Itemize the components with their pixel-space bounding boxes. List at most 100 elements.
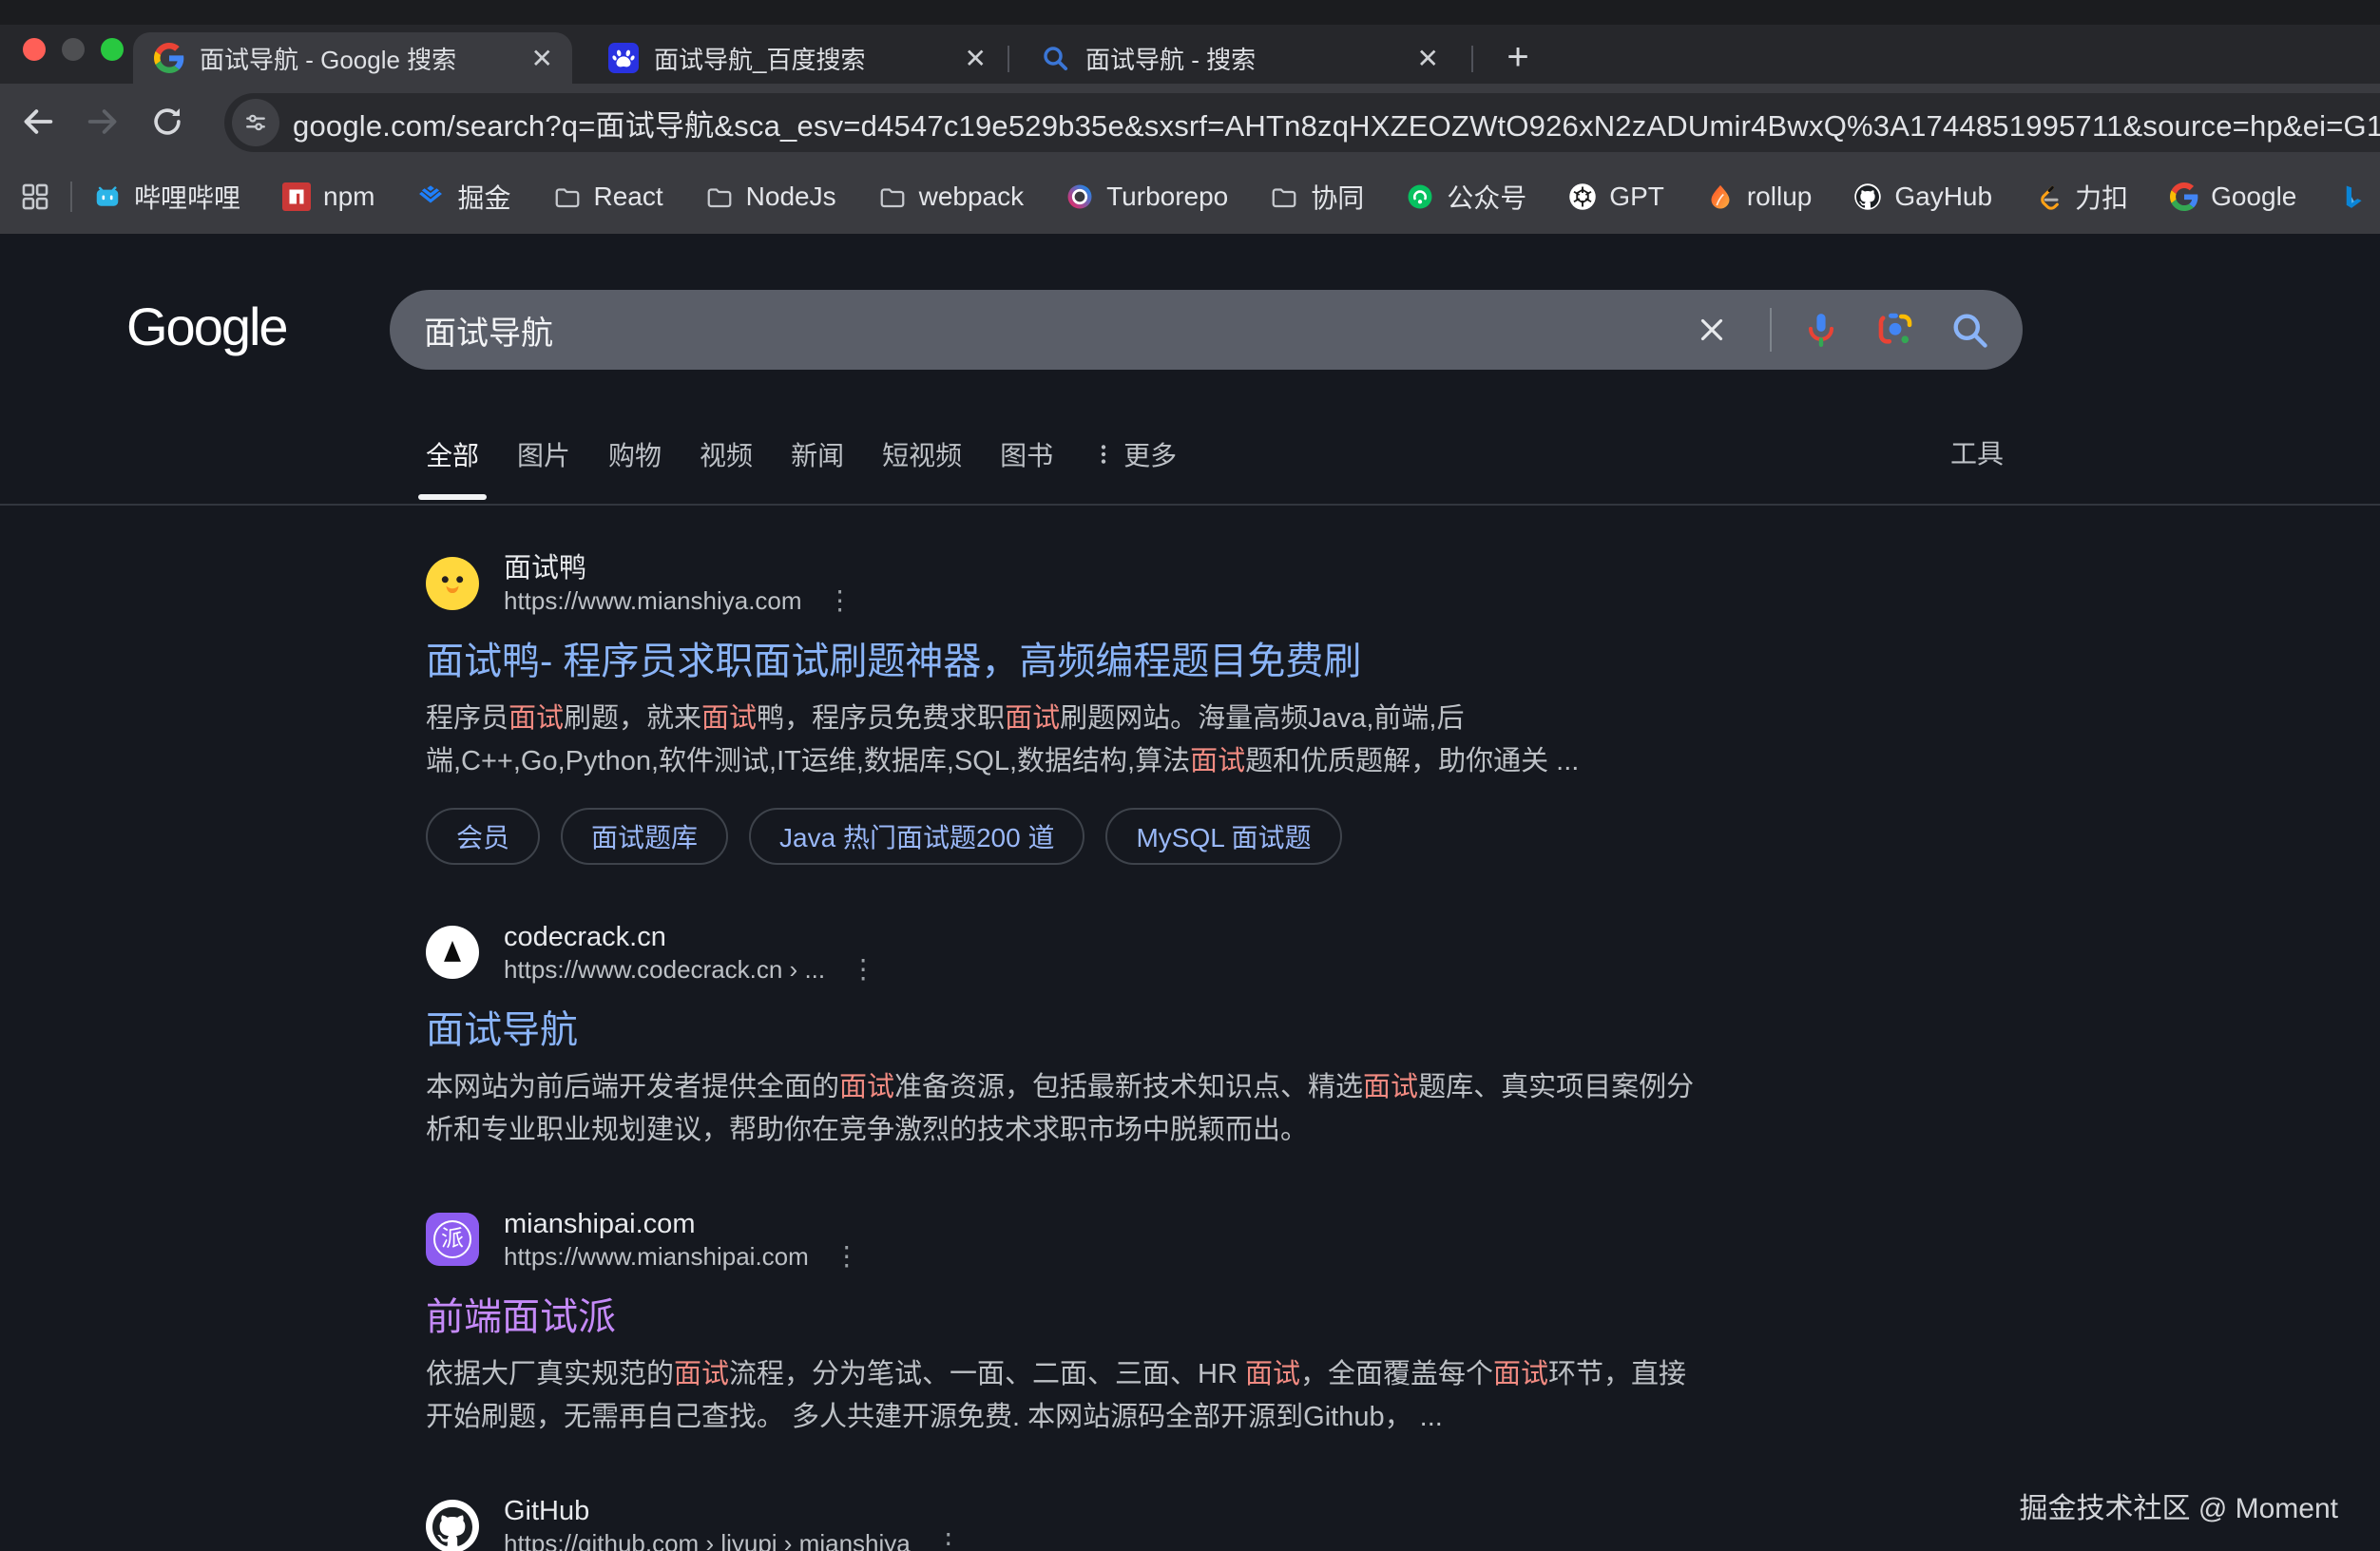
bookmark-label: 公众号 bbox=[1447, 178, 1526, 216]
more-vertical-icon[interactable]: ⋮ bbox=[834, 1243, 860, 1270]
bookmark-rollup[interactable]: rollup bbox=[1706, 182, 1812, 212]
more-vertical-icon[interactable]: ⋮ bbox=[935, 1530, 962, 1551]
result-header[interactable]: codecrack.cn https://www.codecrack.cn › … bbox=[426, 922, 1696, 983]
bookmark-folder-react[interactable]: React bbox=[553, 182, 663, 212]
forward-button[interactable] bbox=[76, 95, 129, 148]
zoom-window-button[interactable] bbox=[101, 38, 124, 61]
filter-tab-short-videos[interactable]: 短视频 bbox=[882, 435, 962, 473]
tools-button[interactable]: 工具 bbox=[1950, 431, 2004, 478]
bookmark-label: Google bbox=[2211, 182, 2296, 212]
bookmark-leetcode[interactable]: 力扣 bbox=[2034, 178, 2128, 216]
search-query-text[interactable]: 面试导航 bbox=[424, 307, 1694, 354]
result-site-name[interactable]: GitHub bbox=[504, 1496, 962, 1526]
search-submit-icon[interactable] bbox=[1948, 309, 1990, 351]
bookmark-label: rollup bbox=[1747, 182, 1812, 212]
bookmark-gpt[interactable]: GPT bbox=[1568, 182, 1664, 212]
result-snippet: 依据大厂真实规范的面试流程，分为笔试、一面、二面、三面、HR 面试，全面覆盖每个… bbox=[426, 1353, 1696, 1439]
search-result-mianshiya: 面试鸭 https://www.mianshiya.com ⋮ 面试鸭- 程序员… bbox=[426, 553, 1696, 865]
highlighted-term: 面试 bbox=[1190, 746, 1245, 776]
bookmark-gayhub[interactable]: GayHub bbox=[1853, 182, 1992, 212]
bookmark-label: GPT bbox=[1609, 182, 1664, 212]
result-site-name[interactable]: codecrack.cn bbox=[504, 922, 876, 952]
bookmark-bilibili[interactable]: 哔哩哔哩 bbox=[93, 178, 240, 216]
sitelink-chip[interactable]: 面试题库 bbox=[561, 808, 728, 865]
bookmark-label: npm bbox=[323, 182, 374, 212]
sitelink-chip[interactable]: MySQL 面试题 bbox=[1105, 808, 1341, 865]
bookmark-google[interactable]: Google bbox=[2170, 182, 2296, 212]
rollup-icon bbox=[1706, 182, 1735, 211]
highlighted-term: 面试 bbox=[1363, 1072, 1418, 1102]
result-title-link[interactable]: 前端面试派 bbox=[426, 1294, 1696, 1340]
filter-tab-images[interactable]: 图片 bbox=[517, 435, 570, 473]
filter-tab-videos[interactable]: 视频 bbox=[700, 435, 753, 473]
apps-grid-icon[interactable] bbox=[19, 181, 51, 213]
new-tab-button[interactable]: + bbox=[1494, 34, 1542, 82]
bookmark-juejin[interactable]: 掘金 bbox=[416, 178, 510, 216]
result-title-link[interactable]: 面试导航 bbox=[426, 1007, 1696, 1053]
triangle-favicon bbox=[426, 926, 479, 979]
clear-search-icon[interactable] bbox=[1694, 312, 1730, 348]
bookmark-folder-webpack[interactable]: webpack bbox=[878, 182, 1025, 212]
result-site-name[interactable]: 面试鸭 bbox=[504, 553, 854, 584]
result-title-link[interactable]: 面试鸭- 程序员求职面试刷题神器，高频编程题目免费刷 bbox=[426, 639, 1696, 684]
bookmark-label: 掘金 bbox=[457, 178, 510, 216]
tab-close-icon[interactable]: ✕ bbox=[1417, 43, 1439, 74]
blue-search-icon bbox=[1040, 43, 1070, 73]
duck-favicon bbox=[426, 557, 479, 610]
result-filters: 全部 图片 购物 视频 新闻 短视频 图书 更多 bbox=[426, 431, 1177, 478]
filter-tab-news[interactable]: 新闻 bbox=[791, 435, 844, 473]
filter-label: 视频 bbox=[700, 435, 753, 473]
bookmark-turborepo[interactable]: Turborepo bbox=[1065, 182, 1228, 212]
back-button[interactable] bbox=[11, 95, 65, 148]
voice-search-icon[interactable] bbox=[1800, 309, 1842, 351]
filter-tab-all[interactable]: 全部 bbox=[426, 435, 479, 473]
tab-strip: 面试导航 - Google 搜索 ✕ 面试导航_百度搜索 ✕ 面试导航 - 搜索… bbox=[0, 0, 2380, 84]
search-result-codecrack: codecrack.cn https://www.codecrack.cn › … bbox=[426, 922, 1696, 1152]
tab-bing-search[interactable]: 面试导航 - 搜索 ✕ bbox=[1019, 32, 1458, 84]
filter-tab-books[interactable]: 图书 bbox=[1000, 435, 1053, 473]
result-url[interactable]: https://www.codecrack.cn › ... bbox=[504, 956, 825, 983]
more-vertical-icon[interactable]: ⋮ bbox=[850, 956, 876, 983]
bookmark-label: 哔哩哔哩 bbox=[134, 178, 240, 216]
reload-button[interactable] bbox=[141, 95, 194, 148]
google-icon bbox=[2170, 182, 2198, 211]
highlighted-term: 面试 bbox=[1493, 1359, 1548, 1389]
filter-label: 新闻 bbox=[791, 435, 844, 473]
google-icon bbox=[154, 43, 184, 73]
result-url[interactable]: https://www.mianshiya.com bbox=[504, 587, 802, 614]
sitelink-chips: 会员 面试题库 Java 热门面试题200 道 MySQL 面试题 bbox=[426, 808, 1696, 865]
tab-separator bbox=[1471, 46, 1473, 72]
sitelink-chip[interactable]: Java 热门面试题200 道 bbox=[749, 808, 1084, 865]
result-url[interactable]: https://www.mianshipai.com bbox=[504, 1243, 809, 1270]
filter-more[interactable]: 更多 bbox=[1091, 435, 1177, 473]
bookmark-folder-nodejs[interactable]: NodeJs bbox=[705, 182, 836, 212]
result-header[interactable]: 派 mianshipai.com https://www.mianshipai.… bbox=[426, 1209, 1696, 1270]
bookmark-folder-xietong[interactable]: 协同 bbox=[1270, 178, 1364, 216]
filter-tab-shopping[interactable]: 购物 bbox=[608, 435, 662, 473]
tab-title: 面试导航_百度搜索 bbox=[654, 41, 951, 76]
result-header[interactable]: 面试鸭 https://www.mianshiya.com ⋮ bbox=[426, 553, 1696, 614]
minimize-window-button[interactable] bbox=[62, 38, 85, 61]
search-box[interactable]: 面试导航 bbox=[390, 290, 2023, 370]
result-site-name[interactable]: mianshipai.com bbox=[504, 1209, 860, 1239]
tab-baidu-search[interactable]: 面试导航_百度搜索 ✕ bbox=[587, 32, 1006, 84]
bookmark-npm[interactable]: npm bbox=[282, 182, 374, 212]
tab-close-icon[interactable]: ✕ bbox=[531, 43, 553, 74]
address-bar[interactable]: google.com/search?q=面试导航&sca_esv=d4547c1… bbox=[224, 93, 2380, 152]
sitelink-chip[interactable]: 会员 bbox=[426, 808, 540, 865]
close-window-button[interactable] bbox=[23, 38, 46, 61]
tab-google-search[interactable]: 面试导航 - Google 搜索 ✕ bbox=[133, 32, 572, 84]
site-settings-icon[interactable] bbox=[232, 99, 279, 146]
folder-icon bbox=[705, 182, 734, 211]
google-lens-icon[interactable] bbox=[1874, 309, 1916, 351]
results-list: 面试鸭 https://www.mianshiya.com ⋮ 面试鸭- 程序员… bbox=[426, 528, 1696, 1551]
highlighted-term: 面试 bbox=[509, 703, 564, 734]
bookmark-gongzhonghao[interactable]: 公众号 bbox=[1406, 178, 1526, 216]
filter-label: 图片 bbox=[517, 435, 570, 473]
more-vertical-icon[interactable]: ⋮ bbox=[827, 587, 854, 614]
bookmark-bing[interactable]: 必应 bbox=[2338, 178, 2380, 216]
result-header[interactable]: GitHub https://github.com › liyupi › mia… bbox=[426, 1496, 1696, 1551]
tab-close-icon[interactable]: ✕ bbox=[965, 43, 987, 74]
highlighted-term: 面试 bbox=[839, 1072, 894, 1102]
result-url[interactable]: https://github.com › liyupi › mianshiya bbox=[504, 1530, 911, 1551]
